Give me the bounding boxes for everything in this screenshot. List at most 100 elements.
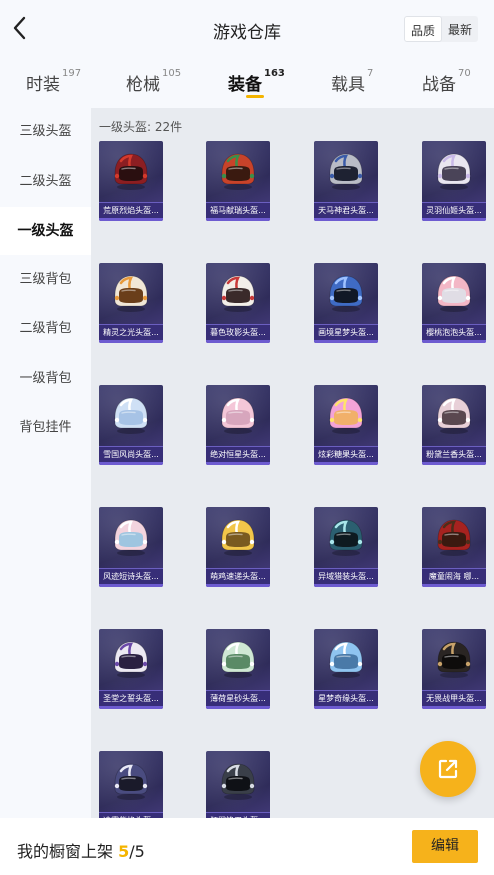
helmet-card[interactable]: 星梦奇缘头盔... [314, 629, 378, 709]
helmet-name: 天马神君头盔... [314, 202, 378, 218]
tab-vehicles[interactable]: 载具7 [331, 68, 373, 95]
helmet-card[interactable]: 荒原烈焰头盔... [99, 141, 163, 221]
helmet-name: 粉黛兰香头盔... [422, 446, 486, 462]
helmet-icon [221, 397, 255, 434]
helmet-icon [329, 275, 363, 312]
helmet-icon [329, 519, 363, 556]
rarity-bar [99, 218, 163, 221]
helmet-icon [329, 397, 363, 434]
tab-supplies[interactable]: 战备70 [422, 68, 471, 95]
helmet-card[interactable]: 圣堂之誓头盔... [99, 629, 163, 709]
helmet-card[interactable]: 灵羽仙姬头盔... [422, 141, 486, 221]
helmet-icon [221, 763, 255, 800]
rarity-bar [422, 462, 486, 465]
helmet-name: 无畏战甲头盔... [422, 690, 486, 706]
helmet-card[interactable]: 风迹短诗头盔... [99, 507, 163, 587]
helmet-card[interactable]: 狂鲨锋刃头盔... [206, 751, 270, 818]
rarity-bar [206, 706, 270, 709]
rarity-bar [206, 218, 270, 221]
rarity-bar [206, 462, 270, 465]
helmet-icon [114, 519, 148, 556]
helmet-name: 魔童闹海 哪... [422, 568, 486, 584]
helmet-icon [437, 641, 471, 678]
tab-weapons[interactable]: 枪械105 [126, 68, 181, 95]
helmet-card[interactable]: 凌霄紫焰头盔... [99, 751, 163, 818]
sort-toggle[interactable]: 品质 最新 [403, 16, 478, 42]
helmet-card[interactable]: 薄荷星砂头盔... [206, 629, 270, 709]
helmet-card[interactable]: 萌鸡速递头盔... [206, 507, 270, 587]
helmet-icon [221, 153, 255, 190]
tab-equipment[interactable]: 装备163 [228, 68, 285, 95]
sidebar-item-level3-helmet[interactable]: 三级头盔 [0, 108, 91, 156]
helmet-icon [437, 397, 471, 434]
active-tab-indicator [246, 95, 264, 98]
helmet-name: 风迹短诗头盔... [99, 568, 163, 584]
category-tabs: 时装197 枪械105 装备163 载具7 战备70 [0, 58, 494, 108]
helmet-card[interactable]: 暮色玫影头盔... [206, 263, 270, 343]
helmet-card[interactable]: 樱桃泡泡头盔... [422, 263, 486, 343]
helmet-name: 星梦奇缘头盔... [314, 690, 378, 706]
helmet-card[interactable]: 雪国风尚头盔... [99, 385, 163, 465]
helmet-icon [437, 519, 471, 556]
rarity-bar [314, 462, 378, 465]
sidebar-item-backpack-charm[interactable]: 背包挂件 [0, 404, 91, 452]
helmet-icon [221, 519, 255, 556]
sidebar-item-level1-backpack[interactable]: 一级背包 [0, 355, 91, 403]
helmet-icon [114, 397, 148, 434]
helmet-name: 薄荷星砂头盔... [206, 690, 270, 706]
rarity-bar [314, 584, 378, 587]
helmet-icon [114, 763, 148, 800]
share-button[interactable] [420, 741, 476, 797]
helmet-icon [437, 153, 471, 190]
rarity-bar [206, 584, 270, 587]
helmet-card[interactable]: 精灵之光头盔... [99, 263, 163, 343]
edit-button[interactable]: 编辑 [412, 830, 478, 863]
item-count-label: 一级头盔: 22件 [99, 120, 183, 134]
helmet-card[interactable]: 炫彩糖果头盔... [314, 385, 378, 465]
helmet-name: 樱桃泡泡头盔... [422, 324, 486, 340]
helmet-card[interactable]: 魔童闹海 哪... [422, 507, 486, 587]
helmet-icon [221, 275, 255, 312]
rarity-bar [314, 218, 378, 221]
helmet-name: 萌鸡速递头盔... [206, 568, 270, 584]
sort-quality[interactable]: 品质 [403, 16, 442, 42]
helmet-card[interactable]: 异域猎装头盔... [314, 507, 378, 587]
sidebar-item-level2-helmet[interactable]: 二级头盔 [0, 158, 91, 206]
sidebar-item-level3-backpack[interactable]: 三级背包 [0, 256, 91, 304]
sidebar: 三级头盔 二级头盔 一级头盔 三级背包 二级背包 一级背包 背包挂件 [0, 108, 91, 818]
helmet-icon [114, 153, 148, 190]
helmet-card[interactable]: 福马献瑞头盔... [206, 141, 270, 221]
helmet-icon [221, 641, 255, 678]
sort-latest[interactable]: 最新 [442, 16, 478, 42]
helmet-name: 炫彩糖果头盔... [314, 446, 378, 462]
helmet-name: 福马献瑞头盔... [206, 202, 270, 218]
helmet-icon [437, 275, 471, 312]
helmet-card[interactable]: 粉黛兰香头盔... [422, 385, 486, 465]
rarity-bar [99, 340, 163, 343]
rarity-bar [422, 584, 486, 587]
helmet-icon [114, 275, 148, 312]
helmet-card[interactable]: 绝对恒星头盔... [206, 385, 270, 465]
rarity-bar [314, 706, 378, 709]
showcase-status: 我的橱窗上架 5/5 [17, 842, 145, 861]
helmet-name: 荒原烈焰头盔... [99, 202, 163, 218]
rarity-bar [99, 584, 163, 587]
helmet-card[interactable]: 无畏战甲头盔... [422, 629, 486, 709]
rarity-bar [99, 462, 163, 465]
tab-fashion[interactable]: 时装197 [26, 68, 81, 95]
helmet-name: 画境星梦头盔... [314, 324, 378, 340]
rarity-bar [422, 706, 486, 709]
helmet-name: 灵羽仙姬头盔... [422, 202, 486, 218]
sidebar-item-level1-helmet[interactable]: 一级头盔 [0, 207, 91, 255]
rarity-bar [422, 218, 486, 221]
rarity-bar [422, 340, 486, 343]
rarity-bar [206, 340, 270, 343]
helmet-name: 雪国风尚头盔... [99, 446, 163, 462]
item-grid: 一级头盔: 22件 荒原烈焰头盔... 福马献瑞头盔... 天马神君头盔... 灵羽仙… [91, 108, 494, 818]
showcase-total-count: /5 [129, 842, 145, 861]
rarity-bar [99, 706, 163, 709]
header: 游戏仓库 品质 最新 [0, 0, 494, 58]
helmet-card[interactable]: 天马神君头盔... [314, 141, 378, 221]
sidebar-item-level2-backpack[interactable]: 二级背包 [0, 305, 91, 353]
helmet-card[interactable]: 画境星梦头盔... [314, 263, 378, 343]
